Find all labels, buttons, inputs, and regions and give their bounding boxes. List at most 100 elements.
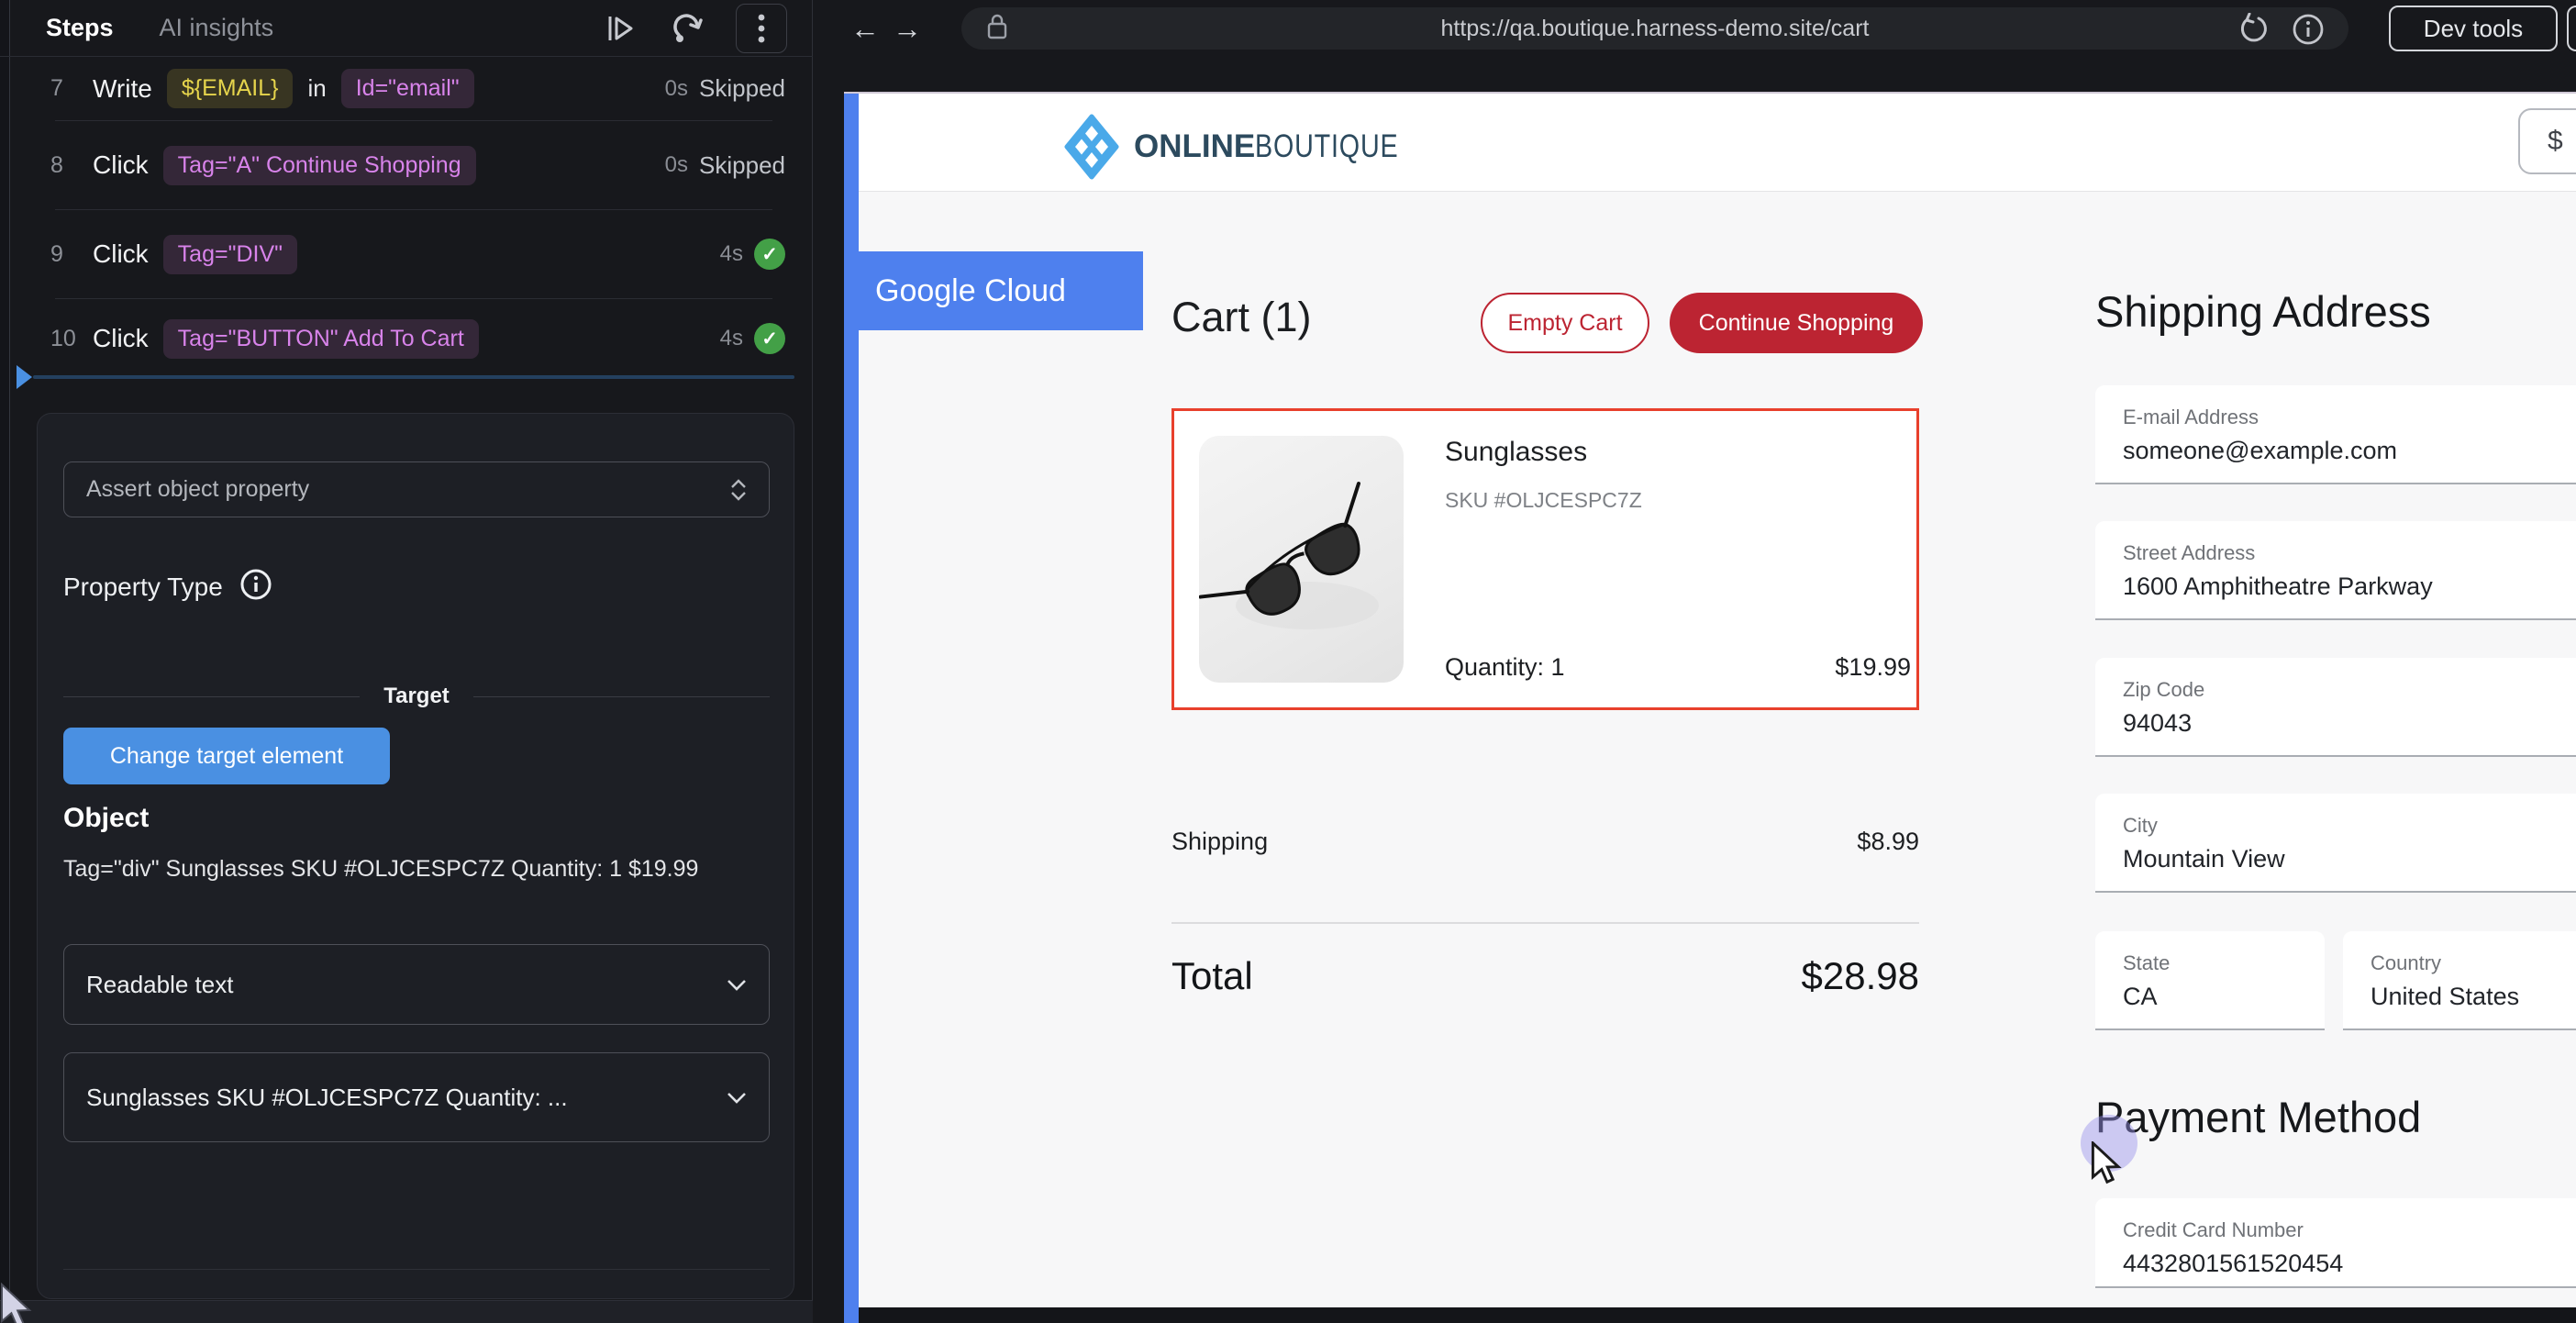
field-label: State bbox=[2123, 951, 2170, 975]
total-value: $28.98 bbox=[1802, 954, 1919, 998]
passed-check-icon: ✓ bbox=[754, 323, 785, 354]
brand-light: BOUTIQUE bbox=[1255, 128, 1398, 165]
step-row-10[interactable]: 10 Click Tag="BUTTON" Add To Cart 4s ✓ bbox=[0, 299, 813, 378]
field-label: City bbox=[2123, 814, 2158, 838]
property-type-label: Property Type bbox=[63, 573, 223, 602]
cart-item-card-highlighted[interactable]: Sunglasses SKU #OLJCESPC7Z Quantity: 1 $… bbox=[1171, 408, 1919, 710]
logo-diamond-icon bbox=[1064, 114, 1119, 180]
currency-selector[interactable]: $ bbox=[2518, 108, 2576, 174]
field-label: E-mail Address bbox=[2123, 406, 2259, 429]
shipping-value: $8.99 bbox=[1857, 828, 1919, 856]
step-row-9[interactable]: 9 Click Tag="DIV" 4s ✓ bbox=[0, 210, 813, 298]
chevron-down-icon bbox=[727, 979, 747, 991]
city-field[interactable]: City Mountain View bbox=[2095, 794, 2576, 893]
expected-value-select[interactable]: Sunglasses SKU #OLJCESPC7Z Quantity: ... bbox=[63, 1052, 770, 1142]
credit-card-number-field[interactable]: Credit Card Number 4432801561520454 bbox=[2095, 1198, 2576, 1288]
panel-header: Steps AI insights bbox=[0, 0, 813, 57]
clipped-button-edge bbox=[2567, 6, 2576, 51]
rerun-icon[interactable] bbox=[668, 8, 708, 49]
object-heading: Object bbox=[63, 803, 149, 834]
field-value: 4432801561520454 bbox=[2123, 1250, 2343, 1278]
tab-steps[interactable]: Steps bbox=[46, 14, 114, 42]
product-name: Sunglasses bbox=[1445, 437, 1587, 468]
step-action: Click bbox=[93, 239, 149, 269]
playhead-marker-icon[interactable] bbox=[17, 365, 32, 389]
step-status: Skipped bbox=[699, 151, 785, 180]
playhead-line bbox=[33, 375, 794, 379]
step-action: Write bbox=[93, 74, 152, 104]
expected-value: Sunglasses SKU #OLJCESPC7Z Quantity: ... bbox=[86, 1084, 568, 1112]
step-connector: in bbox=[307, 74, 326, 103]
product-sku: SKU #OLJCESPC7Z bbox=[1445, 488, 1642, 513]
currency-symbol: $ bbox=[2548, 126, 2563, 157]
assertion-editor-card: Assert object property Property Type Tar… bbox=[37, 413, 794, 1299]
product-image bbox=[1199, 436, 1404, 683]
total-label: Total bbox=[1171, 954, 1253, 998]
assertion-type-value: Assert object property bbox=[86, 476, 309, 503]
shipping-address-title: Shipping Address bbox=[2095, 286, 2431, 337]
step-number: 9 bbox=[50, 241, 82, 268]
target-label: Target bbox=[383, 684, 450, 709]
cart-title: Cart (1) bbox=[1171, 294, 1312, 341]
step-action: Click bbox=[93, 324, 149, 353]
change-target-button[interactable]: Change target element bbox=[63, 728, 390, 784]
browser-toolbar: ← → https://qa.boutique.harness-demo.sit… bbox=[813, 0, 2576, 57]
field-label: Street Address bbox=[2123, 541, 2255, 565]
step-status: Skipped bbox=[699, 74, 785, 103]
url-bar[interactable]: https://qa.boutique.harness-demo.site/ca… bbox=[961, 7, 2348, 50]
empty-cart-button[interactable]: Empty Cart bbox=[1481, 293, 1649, 353]
field-label: Zip Code bbox=[2123, 678, 2204, 702]
site-viewport: ONLINEBOUTIQUE $ Google Cloud Cart (1) E… bbox=[844, 92, 2576, 1323]
field-value: 94043 bbox=[2123, 709, 2192, 738]
field-value: 1600 Amphitheatre Parkway bbox=[2123, 573, 2433, 601]
step-duration: 4s bbox=[720, 241, 743, 267]
field-value: someone@example.com bbox=[2123, 437, 2397, 465]
step-action: Click bbox=[93, 150, 149, 180]
chevron-down-icon bbox=[727, 1092, 747, 1104]
field-label: Country bbox=[2371, 951, 2441, 975]
info-icon[interactable] bbox=[239, 568, 272, 606]
email-field[interactable]: E-mail Address someone@example.com bbox=[2095, 385, 2576, 484]
page-info-icon[interactable] bbox=[2292, 13, 2325, 46]
readable-text-select[interactable]: Readable text bbox=[63, 944, 770, 1025]
passed-check-icon: ✓ bbox=[754, 239, 785, 270]
field-value: United States bbox=[2371, 983, 2519, 1011]
field-label: Credit Card Number bbox=[2123, 1218, 2304, 1242]
back-arrow-icon[interactable]: ← bbox=[844, 12, 886, 46]
reload-icon[interactable] bbox=[2237, 13, 2270, 46]
continue-shopping-button[interactable]: Continue Shopping bbox=[1670, 293, 1923, 353]
target-divider: Target bbox=[63, 684, 770, 709]
viewport-bottom-strip bbox=[859, 1307, 2576, 1323]
step-row-7[interactable]: 7 Write ${EMAIL} in Id="email" 0s Skippe… bbox=[0, 57, 813, 120]
brand-bold: ONLINE bbox=[1134, 128, 1255, 164]
tab-ai-insights[interactable]: AI insights bbox=[160, 14, 274, 42]
forward-arrow-icon[interactable]: → bbox=[886, 12, 928, 46]
resume-from-step-icon[interactable] bbox=[600, 8, 640, 49]
step-number: 10 bbox=[50, 326, 82, 352]
step-row-8[interactable]: 8 Click Tag="A" Continue Shopping 0s Ski… bbox=[0, 121, 813, 209]
step-duration: 0s bbox=[665, 152, 688, 178]
locator-badge: Tag="A" Continue Shopping bbox=[163, 146, 476, 185]
select-updown-icon bbox=[730, 479, 747, 501]
click-highlight bbox=[2081, 1115, 2137, 1172]
product-price: $19.99 bbox=[1835, 653, 1911, 682]
payment-method-title: Payment Method bbox=[2095, 1092, 2421, 1142]
url-text: https://qa.boutique.harness-demo.site/ca… bbox=[961, 16, 2348, 42]
product-quantity: Quantity: 1 bbox=[1445, 653, 1565, 682]
google-cloud-badge: Google Cloud bbox=[844, 251, 1143, 330]
state-field[interactable]: State CA bbox=[2095, 931, 2325, 1030]
locator-badge: Tag="DIV" bbox=[163, 235, 297, 274]
country-field[interactable]: Country United States bbox=[2343, 931, 2576, 1030]
field-value: Mountain View bbox=[2123, 845, 2285, 873]
zip-code-field[interactable]: Zip Code 94043 bbox=[2095, 658, 2576, 757]
online-boutique-logo[interactable]: ONLINEBOUTIQUE bbox=[1064, 114, 1430, 180]
kebab-menu-icon[interactable] bbox=[736, 4, 787, 53]
devtools-button[interactable]: Dev tools bbox=[2389, 6, 2558, 51]
step-number: 8 bbox=[50, 152, 82, 179]
panel-footer bbox=[0, 1300, 813, 1323]
field-value: CA bbox=[2123, 983, 2158, 1011]
street-address-field[interactable]: Street Address 1600 Amphitheatre Parkway bbox=[2095, 521, 2576, 620]
assertion-type-select[interactable]: Assert object property bbox=[63, 461, 770, 517]
divider bbox=[63, 1269, 770, 1270]
locator-badge: Id="email" bbox=[341, 69, 474, 108]
